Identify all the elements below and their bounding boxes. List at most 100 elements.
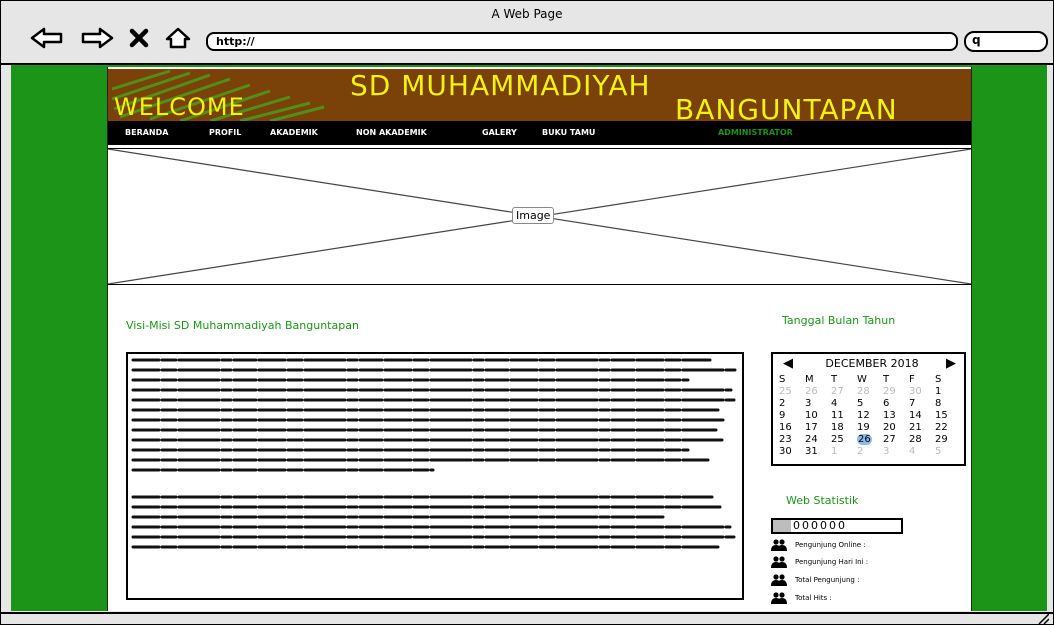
calendar-day[interactable]: 24 — [805, 434, 831, 446]
calendar-day[interactable]: 27 — [883, 434, 909, 446]
calendar-day[interactable]: 3 — [883, 446, 909, 458]
calendar-day[interactable]: 7 — [909, 398, 935, 410]
next-month-icon[interactable]: ▶ — [946, 356, 956, 371]
calendar-day[interactable]: 28 — [909, 434, 935, 446]
menu-item-buku-tamu[interactable]: BUKU TAMU — [542, 121, 595, 145]
menu-item-akademik[interactable]: AKADEMIK — [270, 121, 318, 145]
calendar-week-row: 16 17 18 19 20 21 22 — [779, 422, 961, 434]
calendar-day[interactable]: 4 — [909, 446, 935, 458]
calendar-day[interactable]: 18 — [831, 422, 857, 434]
calendar-day[interactable]: 30 — [909, 386, 935, 398]
calendar-day-number: 13 — [883, 410, 896, 421]
calendar-day-number: 11 — [831, 410, 844, 421]
calendar-day-number: 12 — [857, 410, 870, 421]
hero-image-placeholder: Image — [108, 148, 971, 285]
calendar-day[interactable]: 12 — [857, 410, 883, 422]
calendar-day[interactable]: 21 — [909, 422, 935, 434]
stat-today: Pengunjung Hari Ini : — [771, 555, 868, 569]
calendar-day-number: 29 — [883, 386, 896, 397]
calendar-day[interactable]: 1 — [831, 446, 857, 458]
back-arrow-icon — [30, 27, 63, 49]
calendar-day[interactable]: 25 — [831, 434, 857, 446]
calendar-day-number: 3 — [883, 446, 890, 457]
stop-button[interactable] — [127, 25, 151, 51]
calendar-day-number: 8 — [935, 398, 942, 409]
resize-grip-icon[interactable] — [1037, 614, 1049, 624]
calendar-day-number: 17 — [805, 422, 818, 433]
calendar-day[interactable]: 5 — [935, 446, 961, 458]
users-icon — [771, 556, 787, 568]
home-button[interactable] — [163, 25, 193, 51]
calendar-grid: S M T W T F S 25 26 27 28 29 30 1 2 3 4 5 6 7 8 9 10 11 1… — [779, 374, 961, 458]
menu-item-profil[interactable]: PROFIL — [209, 121, 241, 145]
date-heading: Tanggal Bulan Tahun — [782, 314, 896, 327]
menu-item-administrator[interactable]: ADMINISTRATOR — [718, 121, 793, 145]
calendar-day[interactable]: 28 — [857, 386, 883, 398]
weekday-label: S — [779, 374, 786, 385]
calendar-day[interactable]: 1 — [935, 386, 961, 398]
calendar-day[interactable]: 2 — [779, 398, 805, 410]
calendar-day[interactable]: 14 — [909, 410, 935, 422]
calendar-day-number: 7 — [909, 398, 916, 409]
calendar-day-number: 9 — [779, 410, 786, 421]
calendar-day[interactable]: 6 — [883, 398, 909, 410]
calendar-week-row: 2 3 4 5 6 7 8 — [779, 398, 961, 410]
users-icon — [771, 574, 787, 586]
forward-button[interactable] — [79, 25, 115, 51]
calendar-day-number: 1 — [935, 386, 942, 397]
calendar-day-number: 6 — [883, 398, 890, 409]
calendar-day[interactable]: 25 — [779, 386, 805, 398]
calendar-day[interactable]: 9 — [779, 410, 805, 422]
calendar-day[interactable]: 29 — [935, 434, 961, 446]
calendar-week-row: 23 24 25 26 27 28 29 — [779, 434, 961, 446]
calendar-day[interactable]: 4 — [831, 398, 857, 410]
calendar-day[interactable]: 11 — [831, 410, 857, 422]
calendar-day-number: 2 — [779, 398, 786, 409]
menu-item-galery[interactable]: GALERY — [482, 121, 517, 145]
address-bar[interactable]: http:// — [206, 32, 958, 51]
calendar-day-number: 28 — [909, 434, 922, 445]
calendar-day[interactable]: 30 — [779, 446, 805, 458]
back-button[interactable] — [29, 25, 65, 51]
calendar-day-number: 24 — [805, 434, 818, 445]
calendar-day[interactable]: 5 — [857, 398, 883, 410]
visi-misi-text-block — [126, 352, 744, 600]
calendar-day-number: 28 — [857, 386, 870, 397]
calendar-day-number: 26 — [857, 434, 872, 445]
menu-item-non-akademik[interactable]: NON AKADEMIK — [356, 121, 427, 145]
calendar-day[interactable]: 26 — [805, 386, 831, 398]
calendar-day[interactable]: 23 — [779, 434, 805, 446]
calendar-day-number: 5 — [935, 446, 942, 457]
image-label: Image — [512, 207, 555, 224]
calendar-day[interactable]: 26 — [857, 434, 883, 446]
school-name-line2: BANGUNTAPAN — [675, 93, 898, 121]
main-menu: BERANDA PROFIL AKADEMIK NON AKADEMIK GAL… — [108, 121, 971, 145]
calendar-day-number: 19 — [857, 422, 870, 433]
calendar-day[interactable]: 22 — [935, 422, 961, 434]
calendar-day-number: 25 — [831, 434, 844, 445]
calendar-day-number: 23 — [779, 434, 792, 445]
calendar-day[interactable]: 31 — [805, 446, 831, 458]
calendar-day[interactable]: 3 — [805, 398, 831, 410]
calendar-day[interactable]: 15 — [935, 410, 961, 422]
calendar-day[interactable]: 20 — [883, 422, 909, 434]
browser-window: A Web Page http:// q WELCOME SD MUHAMMAD… — [0, 0, 1054, 625]
calendar-day[interactable]: 13 — [883, 410, 909, 422]
calendar-day[interactable]: 2 — [857, 446, 883, 458]
calendar-day[interactable]: 19 — [857, 422, 883, 434]
calendar-day[interactable]: 29 — [883, 386, 909, 398]
previous-month-icon[interactable]: ◀ — [783, 356, 793, 371]
calendar-week-row: 25 26 27 28 29 30 1 — [779, 386, 961, 398]
calendar-day-number: 18 — [831, 422, 844, 433]
weekday-label: T — [883, 374, 890, 385]
users-icon — [771, 539, 787, 551]
calendar-day[interactable]: 8 — [935, 398, 961, 410]
visitor-counter: 000000 — [771, 518, 903, 534]
browser-search-box[interactable]: q — [964, 31, 1048, 52]
menu-item-beranda[interactable]: BERANDA — [125, 121, 168, 145]
calendar-day[interactable]: 10 — [805, 410, 831, 422]
site-banner: WELCOME SD MUHAMMADIYAH BANGUNTAPAN — [108, 69, 971, 121]
calendar-day[interactable]: 16 — [779, 422, 805, 434]
calendar-day[interactable]: 27 — [831, 386, 857, 398]
calendar-day[interactable]: 17 — [805, 422, 831, 434]
